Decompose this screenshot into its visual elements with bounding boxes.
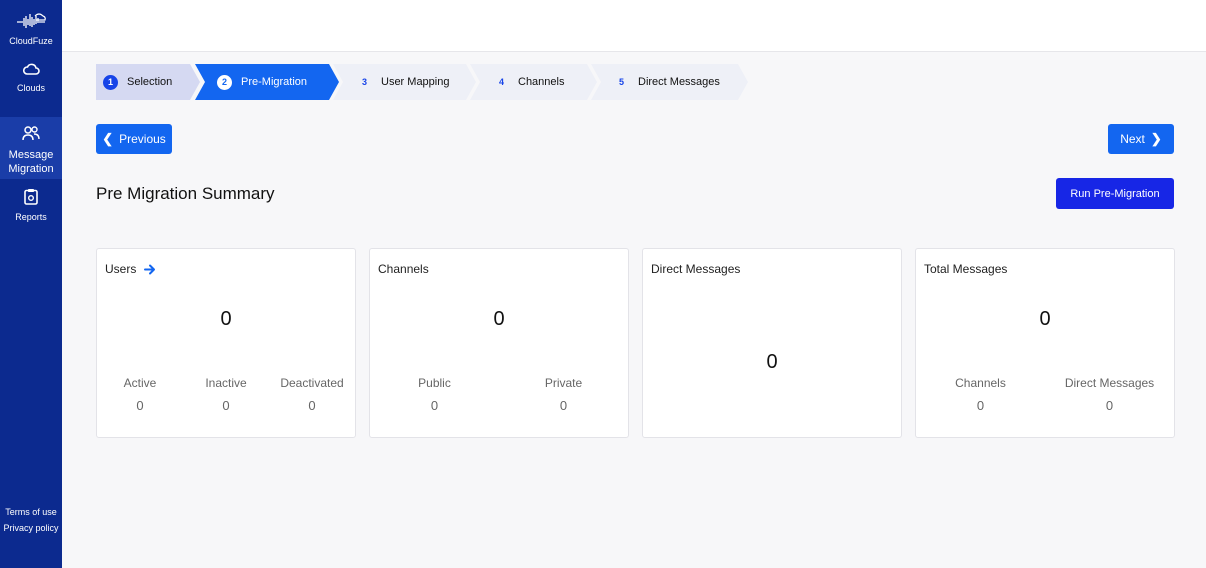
step-direct-messages[interactable]: 5 Direct Messages — [591, 64, 748, 100]
direct-messages-card-title: Direct Messages — [651, 262, 741, 276]
step-selection[interactable]: 1 Selection — [96, 64, 200, 100]
step-label: Channels — [518, 76, 565, 88]
stat-label: Inactive — [205, 376, 247, 390]
channels-card-title: Channels — [378, 262, 429, 276]
stat-label: Direct Messages — [1064, 376, 1155, 390]
sidebar-item-label-line2: Migration — [8, 163, 54, 175]
stat-channels: Channels 0 — [916, 376, 1045, 413]
users-total: 0 — [220, 308, 232, 330]
card-title: Users — [105, 262, 156, 276]
step-number: 5 — [618, 77, 624, 87]
chevron-left-icon: ❮ — [102, 131, 114, 146]
stat-label: Channels — [955, 376, 1006, 390]
step-label: Direct Messages — [638, 76, 720, 88]
step-label: Selection — [127, 76, 173, 88]
sidebar-item-label: Clouds — [16, 83, 45, 93]
channels-summary-card: Channels 0 Public 0 Private 0 — [369, 248, 629, 438]
stat-label: Active — [123, 376, 157, 390]
previous-button-label: Previous — [119, 132, 166, 146]
direct-messages-total: 0 — [766, 351, 778, 373]
step-pre-migration[interactable]: 2 Pre-Migration — [195, 64, 339, 100]
top-header — [62, 0, 1206, 52]
next-button-label: Next — [1120, 132, 1145, 146]
stat-inactive: Inactive 0 — [183, 376, 269, 413]
stat-deactivated: Deactivated 0 — [269, 376, 355, 413]
channels-total: 0 — [493, 308, 505, 330]
step-label: Pre-Migration — [241, 76, 308, 88]
stat-value: 0 — [559, 398, 568, 413]
sidebar-item-label: Reports — [15, 212, 47, 222]
stat-value: 0 — [430, 398, 439, 413]
stat-value: 0 — [222, 398, 230, 413]
previous-button[interactable]: ❮ Previous — [96, 124, 172, 154]
stat-private: Private 0 — [499, 376, 628, 413]
step-number: 3 — [361, 77, 367, 87]
step-label: User Mapping — [381, 76, 450, 88]
stat-label: Deactivated — [280, 376, 344, 390]
sidebar-item-label-line1: Message — [8, 149, 54, 161]
users-summary-card: Users 0 Active 0 Inactive 0 Deactivated … — [96, 248, 356, 438]
step-number: 2 — [217, 75, 232, 90]
stat-label: Private — [544, 376, 583, 390]
cloud-icon — [22, 63, 40, 75]
stat-label: Public — [418, 376, 451, 390]
total-messages-summary-card: Total Messages 0 Channels 0 Direct Messa… — [915, 248, 1175, 438]
step-number: 4 — [498, 77, 504, 87]
sidebar-item-clouds[interactable]: Clouds — [0, 62, 62, 100]
sidebar: CloudFuze Clouds Message Migration Repor… — [0, 0, 62, 568]
stat-value: 0 — [308, 398, 316, 413]
clipboard-icon — [24, 189, 38, 205]
stat-public: Public 0 — [370, 376, 499, 413]
privacy-policy-link[interactable]: Privacy policy — [0, 523, 62, 533]
users-icon — [22, 126, 40, 141]
step-user-mapping[interactable]: 3 User Mapping — [333, 64, 476, 100]
total-messages-card-title: Total Messages — [924, 262, 1008, 276]
stat-value: 0 — [1105, 398, 1114, 413]
next-button[interactable]: Next ❯ — [1108, 124, 1174, 154]
stat-value: 0 — [136, 398, 144, 413]
users-card-title: Users — [105, 262, 137, 276]
direct-messages-summary-card: Direct Messages 0 — [642, 248, 902, 438]
sidebar-item-reports[interactable]: Reports — [0, 188, 62, 226]
page-title: Pre Migration Summary — [96, 184, 275, 203]
migration-stepper: 1 Selection 2 Pre-Migration 3 User Mappi… — [96, 64, 756, 100]
channels-breakdown: Public 0 Private 0 — [370, 376, 628, 413]
stat-active: Active 0 — [97, 376, 183, 413]
stat-direct-messages: Direct Messages 0 — [1045, 376, 1174, 413]
total-messages-total: 0 — [1039, 308, 1051, 330]
cloudfuze-logo-icon — [17, 13, 46, 28]
stat-value: 0 — [976, 398, 985, 413]
brand-logo[interactable]: CloudFuze — [0, 10, 62, 46]
sidebar-item-message-migration[interactable]: Message Migration — [0, 117, 62, 179]
users-breakdown: Active 0 Inactive 0 Deactivated 0 — [97, 376, 355, 413]
arrow-right-icon[interactable] — [144, 264, 156, 275]
brand-name: CloudFuze — [9, 36, 53, 46]
run-pre-migration-button[interactable]: Run Pre-Migration — [1056, 178, 1174, 209]
chevron-right-icon: ❯ — [1150, 131, 1162, 146]
terms-of-use-link[interactable]: Terms of use — [0, 507, 62, 517]
total-messages-breakdown: Channels 0 Direct Messages 0 — [916, 376, 1174, 413]
step-channels[interactable]: 4 Channels — [470, 64, 597, 100]
step-number: 1 — [103, 75, 118, 90]
